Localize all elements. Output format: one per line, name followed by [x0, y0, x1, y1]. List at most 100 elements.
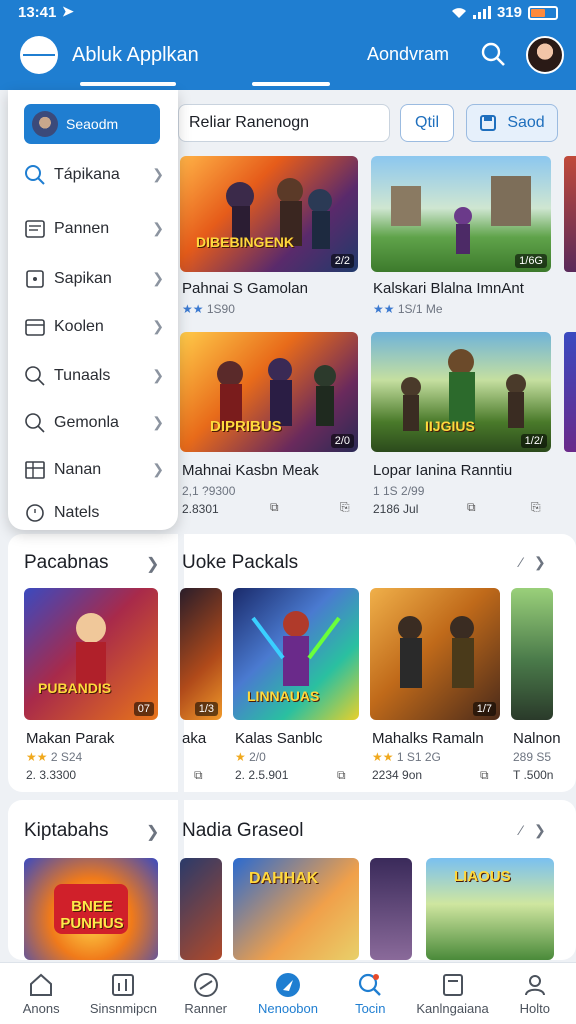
game-card[interactable]: DIPRIBUS 2/0 Mahnai Kasbn Meak 2,1 ?9300…: [180, 332, 358, 522]
game-card[interactable]: LIAOUS: [426, 858, 554, 960]
status-time: 13:41: [18, 4, 57, 21]
game-card[interactable]: Nalnon 289 S5 T .500n: [511, 588, 561, 788]
game-badge: 1/6G: [515, 254, 547, 268]
game-card[interactable]: BNEE PUNHUS: [24, 858, 158, 960]
drawer-item[interactable]: Natels: [24, 498, 164, 528]
game-art-title: BNEE PUNHUS: [60, 898, 124, 932]
nav-label: Nenoobon: [257, 1001, 318, 1016]
game-card[interactable]: PUBANDIS 07 Makan Parak ★★ 2 S24 2. 3.33…: [24, 588, 158, 788]
nav-item-anons[interactable]: Anons: [0, 963, 82, 1024]
grid-icon: [26, 270, 44, 288]
game-title: Mahalks Ramaln: [372, 730, 484, 747]
game-thumbnail: 1/7: [370, 588, 500, 720]
drawer-item[interactable]: Tunaals ❯: [24, 361, 164, 391]
drawer-item-label: Pannen: [54, 220, 110, 237]
game-card[interactable]: DAHHAK: [233, 858, 359, 960]
account-link[interactable]: Aondvram: [367, 44, 449, 65]
section-graseol: Kiptabahs ❯ Nadia Graseol ⁄ ❯ BNEE PUNHU…: [8, 800, 576, 960]
search-icon[interactable]: [479, 40, 507, 68]
save-button[interactable]: Saod: [466, 104, 558, 142]
game-meta: 2 S24: [50, 750, 83, 764]
game-title: Nalnon: [513, 730, 561, 747]
drawer-item[interactable]: Tápikana ❯: [24, 160, 164, 190]
tab-indicator-secondary: [252, 82, 330, 86]
drawer-item[interactable]: Nanan ❯: [24, 455, 164, 485]
rating-stars: ★★: [373, 302, 395, 316]
drawer-item-label: Gemonla: [54, 414, 119, 431]
calendar-icon: [25, 319, 45, 336]
game-art-title: IIJGIUS: [425, 418, 475, 434]
game-thumbnail: [370, 858, 412, 960]
avatar[interactable]: [526, 36, 564, 74]
drawer-item[interactable]: Pannen ❯: [24, 214, 164, 244]
chevron-right-icon: ❯: [152, 414, 164, 430]
chevron-right-icon[interactable]: ❯: [146, 554, 159, 574]
nav-label: Kanlngaiana: [416, 1001, 489, 1016]
game-card[interactable]: 1/7 Mahalks Ramaln ★★ 1 S1 2G 2234 9on ⧉: [370, 588, 500, 788]
game-thumbnail: DIBEBINGENK 2/2: [180, 156, 358, 272]
game-meta: 1 S1 2G: [396, 750, 441, 764]
drawer-item[interactable]: Sapikan ❯: [24, 264, 164, 294]
chevron-right-icon: ❯: [152, 367, 164, 383]
game-thumbnail: BNEE PUNHUS: [24, 858, 158, 960]
game-title: Lopar Ianina Ranntiu: [373, 462, 513, 479]
section-title: Nadia Graseol: [182, 820, 304, 841]
rating-stars: ★: [235, 750, 246, 764]
game-card[interactable]: 1/3 aka ⧉: [180, 588, 222, 788]
pager-icons[interactable]: ⁄ ❯: [520, 822, 546, 839]
game-card[interactable]: DIBEBINGENK 2/2 Pahnai S Gamolan ★★ 1S90: [180, 156, 358, 326]
game-art-title: DIPRIBUS: [210, 418, 282, 435]
game-thumbnail: DIPRIBUS 2/0: [180, 332, 358, 452]
clock-icon: [26, 504, 44, 522]
game-title: Mahnai Kasbn Meak: [182, 462, 319, 479]
download-icon[interactable]: ⧉: [467, 500, 476, 515]
game-card-peek[interactable]: [564, 156, 576, 272]
search-input[interactable]: Reliar Ranenogn: [178, 104, 390, 142]
game-meta-secondary: 2. 3.3300: [26, 768, 77, 782]
nav-item-kanlngaiana[interactable]: Kanlngaiana: [411, 963, 493, 1024]
game-thumbnail: LIAOUS: [426, 858, 554, 960]
game-card[interactable]: LINNAUAS Kalas Sanblc ★ 2/0 2. 2.5.901 ⧉: [233, 588, 359, 788]
game-art-title: DAHHAK: [249, 870, 319, 887]
game-meta-secondary: 2186 Jul: [373, 502, 419, 516]
compass-icon: [193, 973, 218, 997]
nav-item-holto[interactable]: Holto: [494, 963, 576, 1024]
nav-item-nenoobon[interactable]: Nenoobon: [247, 963, 329, 1024]
profile-icon: [524, 975, 545, 996]
drawer-item-active[interactable]: Seaodm: [24, 104, 160, 144]
game-card[interactable]: 1/6G Kalskari Blalna ImnAnt ★★ 1S/1 Me: [371, 156, 551, 326]
game-title: Makan Parak: [26, 730, 115, 747]
filter-button[interactable]: Qtil: [400, 104, 454, 142]
game-title: Kalskari Blalna ImnAnt: [373, 280, 524, 297]
chevron-right-icon[interactable]: ❯: [146, 822, 159, 842]
game-badge: 1/3: [194, 702, 218, 716]
game-thumbnail: 1/3: [180, 588, 222, 720]
featured-grid: DIBEBINGENK 2/2 Pahnai S Gamolan ★★ 1S90…: [178, 150, 576, 526]
download-icon[interactable]: ⧉: [480, 768, 489, 783]
nav-item-sinsnmipcn[interactable]: Sinsnmipcn: [82, 963, 164, 1024]
drawer-item[interactable]: Koolen ❯: [24, 312, 164, 342]
download-icon[interactable]: ⧉: [270, 500, 279, 515]
game-art-title: LINNAUAS: [247, 688, 320, 704]
nav-label: Tocin: [355, 1001, 386, 1016]
game-meta-secondary: 2234 9on: [372, 768, 423, 782]
drawer-item-label: Natels: [54, 504, 100, 521]
pager-icons[interactable]: ⁄ ❯: [520, 554, 546, 571]
game-card[interactable]: IIJGIUS 1/2/ Lopar Ianina Ranntiu 1 1S 2…: [371, 332, 551, 522]
bookmark-icon[interactable]: ⎘: [340, 500, 350, 515]
game-card[interactable]: [370, 858, 414, 960]
drawer-item[interactable]: Gemonla ❯: [24, 408, 164, 438]
game-card-peek[interactable]: [564, 332, 576, 452]
app-bar: 13:41 ➤ 319 Abluk Applkan Aondvram: [0, 0, 576, 90]
download-icon[interactable]: ⧉: [337, 768, 346, 783]
game-thumbnail: DAHHAK: [233, 858, 359, 960]
chart-icon: [112, 974, 135, 996]
game-meta-secondary: T .500n: [513, 768, 554, 782]
menu-button[interactable]: [20, 36, 58, 74]
nav-item-tocin[interactable]: Tocin: [329, 963, 411, 1024]
bookmark-icon[interactable]: ⎘: [531, 500, 541, 515]
download-icon[interactable]: ⧉: [194, 768, 203, 783]
nav-item-ranner[interactable]: Ranner: [165, 963, 247, 1024]
game-meta: 1S90: [206, 302, 235, 316]
game-card[interactable]: [180, 858, 222, 960]
